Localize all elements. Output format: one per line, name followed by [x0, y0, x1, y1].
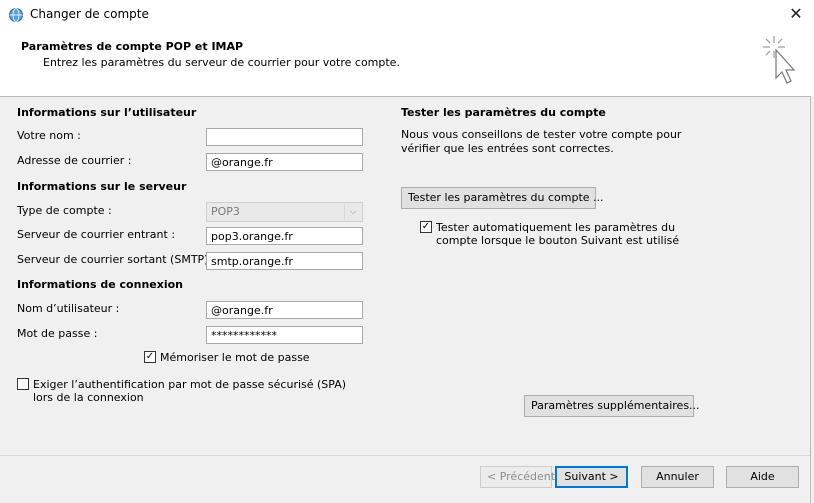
footer-divider: [0, 455, 814, 456]
header-subtitle: Entrez les paramètres du serveur de cour…: [43, 56, 400, 69]
wizard-header: Paramètres de compte POP et IMAP Entrez …: [0, 30, 814, 97]
next-button[interactable]: Suivant >: [555, 466, 628, 488]
incoming-server-label: Serveur de courrier entrant :: [17, 228, 176, 241]
account-type-select[interactable]: POP3 ⌵: [206, 202, 363, 222]
close-icon[interactable]: ✕: [784, 2, 808, 26]
user-info-section-title: Informations sur l’utilisateur: [17, 106, 197, 119]
spa-checkbox[interactable]: [17, 378, 29, 390]
account-type-value: POP3: [211, 205, 240, 218]
window-title: Changer de compte: [30, 7, 149, 21]
email-field[interactable]: [206, 153, 363, 171]
password-field[interactable]: [206, 326, 363, 344]
back-button[interactable]: < Précédent: [480, 466, 555, 488]
logon-info-section-title: Informations de connexion: [17, 278, 183, 291]
spa-label-line1: Exiger l’authentification par mot de pas…: [33, 378, 347, 391]
test-description-line2: vérifier que les entrées sont correctes.: [401, 142, 614, 155]
password-label: Mot de passe :: [17, 327, 98, 340]
server-info-section-title: Informations sur le serveur: [17, 180, 187, 193]
chevron-down-icon: ⌵: [344, 204, 361, 220]
test-settings-section-title: Tester les paramètres du compte: [401, 106, 606, 119]
name-field[interactable]: [206, 128, 363, 146]
test-account-settings-button[interactable]: Tester les paramètres du compte ...: [401, 187, 604, 209]
spa-label-line2: lors de la connexion: [33, 391, 144, 404]
window-border: [810, 96, 814, 503]
help-button[interactable]: Aide: [726, 466, 799, 488]
outgoing-server-field[interactable]: [206, 252, 363, 270]
outgoing-server-label: Serveur de courrier sortant (SMTP) :: [17, 253, 216, 266]
cursor-sparkle-icon: [760, 34, 800, 86]
more-settings-button[interactable]: Paramètres supplémentaires...: [524, 395, 700, 417]
remember-password-label: Mémoriser le mot de passe: [160, 351, 310, 364]
auto-test-checkbox[interactable]: ✓: [420, 221, 432, 233]
account-type-label: Type de compte :: [17, 204, 112, 217]
auto-test-label-line2: compte lorsque le bouton Suivant est uti…: [436, 234, 680, 247]
header-title: Paramètres de compte POP et IMAP: [21, 40, 244, 53]
auto-test-label-line1: Tester automatiquement les paramètres du: [436, 221, 676, 234]
remember-password-checkbox[interactable]: ✓: [144, 351, 156, 363]
outlook-app-icon: [8, 7, 24, 23]
test-description-line1: Nous vous conseillons de tester votre co…: [401, 128, 682, 141]
email-label: Adresse de courrier :: [17, 154, 132, 167]
username-label: Nom d’utilisateur :: [17, 302, 120, 315]
username-field[interactable]: [206, 301, 363, 319]
cancel-button[interactable]: Annuler: [641, 466, 714, 488]
name-label: Votre nom :: [17, 129, 81, 142]
incoming-server-field[interactable]: [206, 227, 363, 245]
header-divider: [0, 96, 814, 97]
